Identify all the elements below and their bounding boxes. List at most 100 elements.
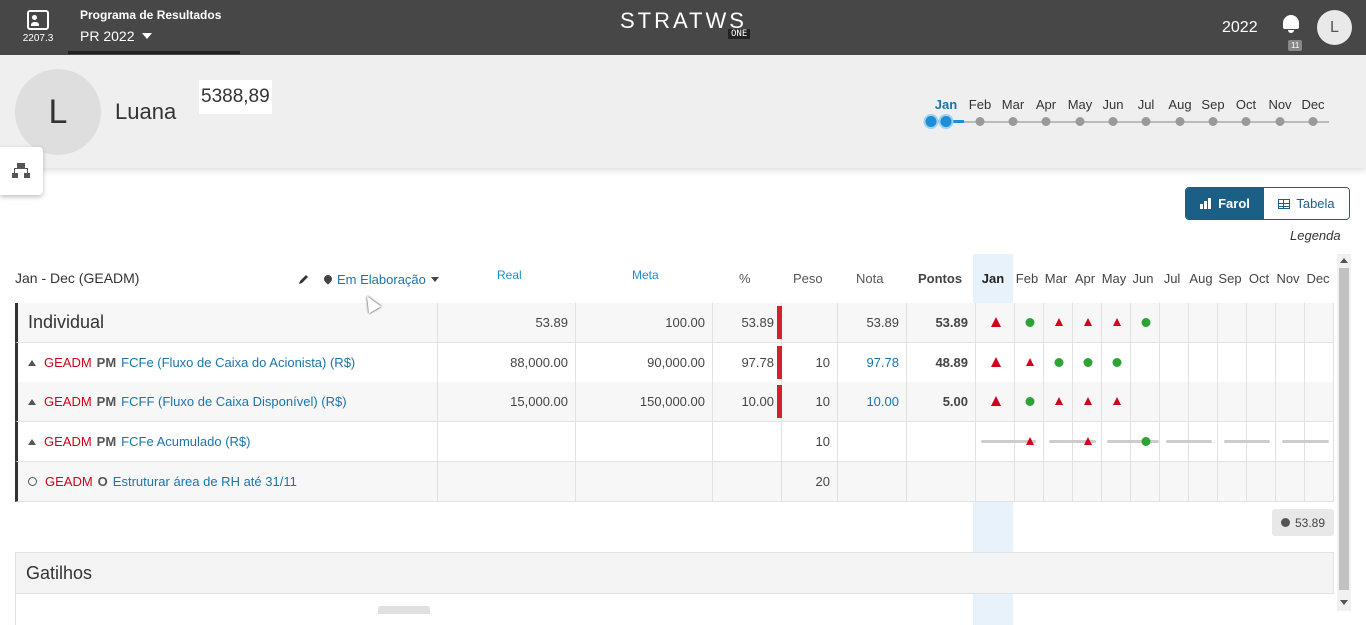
triangle-up-icon[interactable] [28,359,36,366]
timeline-month-aug[interactable]: Aug [1168,97,1191,112]
timeline-dot-sep[interactable] [1208,117,1218,126]
legend-link[interactable]: Legenda [1290,228,1341,243]
top-bar: 2207.3 Programa de Resultados PR 2022 ST… [0,0,1366,55]
timeline-dot-oct[interactable] [1241,117,1251,126]
profile-name: Luana [115,99,177,124]
alert-triangle-icon[interactable] [1113,397,1121,405]
timeline-start-dot[interactable] [923,114,939,129]
farol-button[interactable]: Farol [1186,188,1264,219]
timeline-month-jun[interactable]: Jun [1103,97,1124,112]
ok-dot-icon[interactable] [1141,318,1151,327]
total-score: 53.89 [1294,515,1326,530]
pencil-icon[interactable] [298,273,310,285]
timeline-dot-feb[interactable] [975,117,985,126]
org-chart-button[interactable] [0,147,43,195]
alert-triangle-icon[interactable] [1113,318,1121,326]
timeline-dot-may[interactable] [1075,117,1085,126]
tabela-button[interactable]: Tabela [1264,188,1349,219]
alert-triangle-icon[interactable] [1055,397,1063,405]
bell-icon [1283,15,1299,29]
row-name-cell: GEADM PM FCFe Acumulado (R$) [18,422,438,461]
vertical-scrollbar[interactable] [1337,254,1351,611]
timeline-dot-nov[interactable] [1275,117,1285,126]
timeline-month-dec[interactable]: Dec [1301,97,1324,112]
triangle-up-icon[interactable] [28,438,36,445]
row-label[interactable]: FCFe (Fluxo de Caixa do Acionista) (R$) [121,355,355,370]
timeline-dot-mar[interactable] [1008,117,1018,126]
row-label[interactable]: FCFF (Fluxo de Caixa Disponível) (R$) [121,394,346,409]
cell-peso [782,303,838,342]
table-row[interactable]: GEADM PM FCFF (Fluxo de Caixa Disponível) … [15,382,1334,422]
ok-dot-icon[interactable] [1112,358,1122,367]
timeline-month-jan[interactable]: Jan [935,97,957,112]
month-cell [1160,343,1189,382]
month-cell [1276,382,1305,421]
table-row[interactable]: Individual 53.89 100.00 53.89 53.89 53.89 [15,303,1334,343]
header-peso: Peso [793,271,823,286]
ok-dot-icon[interactable] [1054,358,1064,367]
timeline-month-jul[interactable]: Jul [1138,97,1155,112]
timeline-dot-dec[interactable] [1308,117,1318,126]
alert-triangle-icon[interactable] [1084,437,1092,445]
scroll-thumb[interactable] [1339,268,1349,590]
table-row[interactable]: GEADM PM FCFe (Fluxo de Caixa do Acionista… [15,343,1334,383]
header-meta[interactable]: Meta [632,268,659,282]
alert-triangle-icon[interactable] [991,357,1001,367]
timeline-month-feb[interactable]: Feb [969,97,991,112]
header-real[interactable]: Real [497,268,522,282]
timeline-month-sep[interactable]: Sep [1201,97,1224,112]
month-header-jul: Jul [1163,271,1181,286]
month-header-dec: Dec [1306,271,1330,286]
chevron-down-icon [430,277,439,282]
table-row[interactable]: GEADM O Estruturar área de RH até 31/11 20 [15,462,1334,502]
month-cell [1218,303,1247,342]
ok-dot-icon[interactable] [1141,437,1151,446]
timeline-dot-apr[interactable] [1041,117,1051,126]
app-icon[interactable]: 2207.3 [16,8,60,50]
year-selector[interactable]: 2022 [1222,19,1258,37]
alert-triangle-icon[interactable] [1055,318,1063,326]
cell-real [438,422,576,461]
cell-pct: 53.89 [713,303,782,342]
timeline-dot-jan[interactable] [938,114,954,129]
timeline-dot-aug[interactable] [1175,117,1185,126]
notifications-button[interactable]: 11 [1280,15,1303,51]
row-type: O [97,474,108,489]
alert-triangle-icon[interactable] [1026,437,1034,445]
row-label[interactable]: FCFe Acumulado (R$) [121,434,250,449]
month-header-oct: Oct [1248,271,1270,286]
timeline-dot-jul[interactable] [1141,117,1151,126]
cell-pct: 97.78 [713,343,782,382]
scroll-down-icon[interactable] [1340,600,1348,605]
ok-dot-icon[interactable] [1025,397,1035,406]
month-cell [1247,462,1276,501]
triangle-up-icon[interactable] [28,398,36,405]
user-avatar[interactable]: L [1317,10,1352,45]
clock-icon[interactable] [28,477,37,486]
brand-logo: STRATWS ONE [620,8,760,48]
alert-triangle-icon[interactable] [991,317,1001,327]
cell-peso: 20 [782,462,838,501]
cell-meta [576,462,713,501]
timeline-month-apr[interactable]: Apr [1036,97,1056,112]
status-dropdown[interactable]: Em Elaboração [324,272,439,287]
alert-triangle-icon[interactable] [1084,318,1092,326]
row-name-cell: GEADM PM FCFe (Fluxo de Caixa do Acionista… [18,343,438,382]
alert-triangle-icon[interactable] [991,396,1001,406]
table-row[interactable]: GEADM PM FCFe Acumulado (R$) 10 [15,422,1334,462]
alert-triangle-icon[interactable] [1026,358,1034,366]
timeline-month-nov[interactable]: Nov [1268,97,1291,112]
ok-dot-icon[interactable] [1025,318,1035,327]
timeline-month-may[interactable]: May [1068,97,1093,112]
timeline-month-oct[interactable]: Oct [1236,97,1256,112]
month-cell [1305,303,1334,342]
alert-triangle-icon[interactable] [1084,397,1092,405]
notification-count: 11 [1288,40,1303,51]
cell-pontos: 48.89 [907,343,976,382]
program-selector[interactable]: Programa de Resultados PR 2022 [68,8,240,54]
row-label[interactable]: Estruturar área de RH até 31/11 [113,474,297,489]
timeline-dot-jun[interactable] [1108,117,1118,126]
timeline-month-mar[interactable]: Mar [1002,97,1024,112]
scroll-up-icon[interactable] [1340,258,1348,263]
ok-dot-icon[interactable] [1083,358,1093,367]
